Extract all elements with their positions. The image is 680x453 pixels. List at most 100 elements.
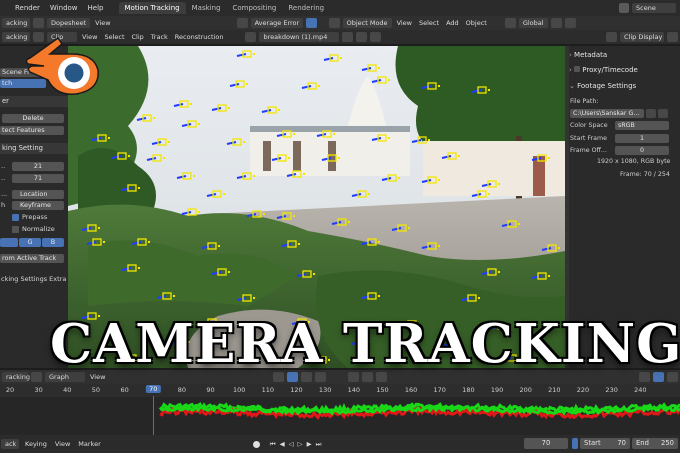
ruler-tick: 210 <box>548 386 561 394</box>
menu-window[interactable]: Window <box>45 4 83 12</box>
sort-invert-icon[interactable] <box>305 18 317 28</box>
ruler-tick: 30 <box>34 386 43 394</box>
pivot-icon[interactable] <box>550 18 562 28</box>
section-tracking-settings-extra[interactable]: cking Settings Extra <box>1 275 66 283</box>
graph-area[interactable]: 20 30 40 50 60 80 90 100 110 120 130 140 150 160 170 18… <box>0 384 680 435</box>
motion-label: ... <box>1 190 8 198</box>
checkbox-empty-icon[interactable] <box>574 66 581 72</box>
snap-icon[interactable] <box>564 18 576 28</box>
editor-type-left[interactable]: acking <box>2 18 30 28</box>
top-menu-bar: Render Window Help Motion Tracking Maski… <box>0 0 680 16</box>
shield-icon[interactable] <box>342 32 354 42</box>
pattern-size-field[interactable]: 21 <box>12 162 64 171</box>
menu-marker[interactable]: Marker <box>76 440 102 448</box>
orientation-select[interactable]: Global <box>518 18 548 28</box>
overlay-icon[interactable] <box>667 32 678 42</box>
menu-view-dopesheet[interactable]: View <box>93 19 112 27</box>
preview-range-icon[interactable] <box>572 438 578 449</box>
ruler-tick: 230 <box>605 386 618 394</box>
playhead-line[interactable] <box>153 396 155 435</box>
start-frame-control[interactable]: Start 70 <box>580 438 630 449</box>
menu-help[interactable]: Help <box>83 4 109 12</box>
reload-icon[interactable] <box>658 109 668 118</box>
timeline-footer: ack Keying View Marker ⏮ ◀ ◁ ▷ ▶ ⏭ <box>0 435 680 453</box>
menu-render[interactable]: Render <box>10 4 45 12</box>
graph-mode-select[interactable]: racking <box>2 372 30 382</box>
delete-button[interactable]: Delete <box>2 114 64 123</box>
next-keyframe-icon[interactable]: ▶ <box>305 440 314 448</box>
tab-compositing[interactable]: Compositing <box>226 2 282 14</box>
tab-motion-tracking[interactable]: Motion Tracking <box>118 2 186 14</box>
movie-clip-icon <box>245 32 257 42</box>
ruler-tick: 130 <box>318 386 332 394</box>
playback-menu[interactable]: ack <box>1 439 19 449</box>
menu-object-3d[interactable]: Object <box>464 19 489 27</box>
ruler-tick: 200 <box>519 386 532 394</box>
frame-info-text: Frame: 70 / 254 <box>620 171 670 178</box>
frame-offset-label: Frame Off... <box>570 147 607 154</box>
tab-masking[interactable]: Masking <box>186 2 227 14</box>
filter-icon[interactable] <box>236 18 248 28</box>
jump-end-icon[interactable]: ⏭ <box>314 440 324 449</box>
ruler-tick: 150 <box>376 386 389 394</box>
jump-start-icon[interactable]: ⏮ <box>268 440 278 449</box>
ruler-tick: 60 <box>120 386 129 394</box>
clip-display-menu[interactable]: Clip Display <box>620 32 664 42</box>
menu-track[interactable]: Track <box>149 33 170 41</box>
section-footage-settings[interactable]: ⌄ Footage Settings <box>569 81 670 92</box>
menu-add-3d[interactable]: Add <box>444 19 461 27</box>
prev-keyframe-icon[interactable]: ◀ <box>278 440 287 448</box>
object-mode-select[interactable]: Object Mode <box>342 18 392 28</box>
menu-view-3d[interactable]: View <box>395 19 414 27</box>
detect-features-button[interactable]: tect Features <box>0 126 64 135</box>
menu-reconstruction[interactable]: Reconstruction <box>173 33 226 41</box>
door-3 <box>328 141 336 171</box>
channel-r-toggle[interactable] <box>0 238 18 247</box>
resolution-text: 1920 x 1080, RGB byte <box>597 158 671 165</box>
pin-icon[interactable] <box>606 32 617 42</box>
scene-selector[interactable]: Scene <box>632 3 676 13</box>
sort-method-select[interactable]: Average Error <box>250 18 303 28</box>
channel-g-toggle[interactable]: G <box>19 238 41 247</box>
folder-icon[interactable] <box>646 109 656 118</box>
current-frame-field[interactable]: 70 <box>524 438 568 449</box>
frame-offset-field[interactable]: 0 <box>615 146 669 155</box>
section-tracking-settings[interactable]: king Setting <box>0 143 68 154</box>
start-frame-field[interactable]: 1 <box>615 134 669 143</box>
checkbox-empty-icon <box>12 225 19 233</box>
dopesheet-selector[interactable]: Dopesheet <box>47 18 91 28</box>
color-space-select[interactable]: sRGB <box>615 121 669 130</box>
match-select[interactable]: Keyframe <box>12 201 64 210</box>
section-proxy[interactable]: › Proxy/Timecode <box>569 65 670 76</box>
channel-b-toggle[interactable]: B <box>42 238 64 247</box>
folder-icon[interactable] <box>356 32 368 42</box>
transform-orientation-icon <box>504 18 516 28</box>
frame-ruler[interactable]: 20 30 40 50 60 80 90 100 110 120 130 140 150 160 170 18… <box>0 384 680 397</box>
motion-model-select[interactable]: Location <box>12 190 64 199</box>
file-path-field[interactable]: C:\Users\Sanskar G... <box>570 109 644 118</box>
menu-view-timeline[interactable]: View <box>53 440 72 448</box>
clip-file-field[interactable]: breakdown (1).mp4 <box>259 32 340 42</box>
door-1 <box>263 141 271 171</box>
menu-clip[interactable]: Clip <box>130 33 146 41</box>
end-frame-control[interactable]: End 250 <box>632 438 678 449</box>
ruler-tick: 240 <box>634 386 647 394</box>
normalize-checkbox[interactable]: Normalize <box>12 225 55 233</box>
door-2 <box>293 141 301 171</box>
copy-from-active-track-button[interactable]: rom Active Track <box>0 254 64 263</box>
section-metadata[interactable]: › Metadata <box>569 50 670 61</box>
keying-menu[interactable]: Keying <box>23 440 49 448</box>
playhead-frame[interactable]: 70 <box>146 385 161 393</box>
tab-rendering[interactable]: Rendering <box>282 2 330 14</box>
start-frame-label: Start Frame <box>570 135 608 142</box>
play-icon[interactable]: ▷ <box>296 440 305 448</box>
search-size-field[interactable]: 71 <box>12 174 64 183</box>
menu-select-3d[interactable]: Select <box>417 19 441 27</box>
record-icon[interactable] <box>252 440 260 448</box>
checkbox-checked-icon <box>12 213 19 221</box>
search-size-label: .. <box>1 174 6 182</box>
chevron-right-icon: › <box>569 51 572 59</box>
play-reverse-icon[interactable]: ◁ <box>287 440 296 448</box>
prepass-checkbox[interactable]: Prepass <box>12 213 47 221</box>
close-icon[interactable] <box>370 32 382 42</box>
